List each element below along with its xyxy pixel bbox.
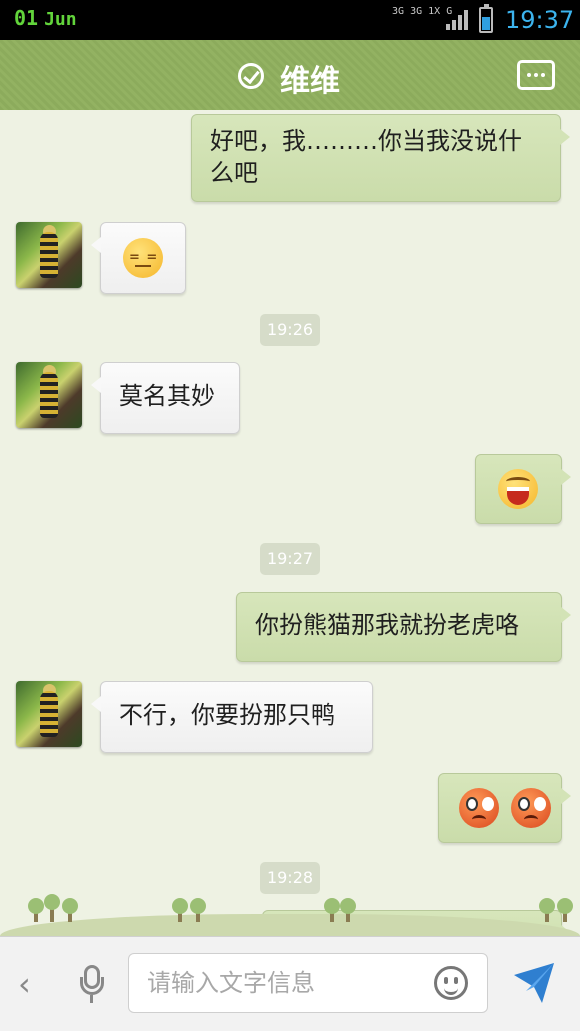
message-text-line-2: 么吧: [210, 159, 258, 187]
incoming-message[interactable]: 不行，你要扮那只鸭: [91, 681, 373, 753]
background-hills-decoration: [0, 892, 580, 936]
contact-avatar[interactable]: [16, 222, 82, 288]
message-text: 不行，你要扮那只鸭: [119, 701, 335, 729]
signal-icon: [446, 10, 468, 30]
contact-avatar[interactable]: [16, 362, 82, 428]
incoming-message[interactable]: [91, 222, 186, 294]
message-input-bar: ‹: [0, 936, 580, 1031]
outgoing-message[interactable]: [475, 454, 571, 524]
contact-name[interactable]: 维维: [280, 56, 340, 100]
outgoing-message[interactable]: [438, 773, 571, 843]
message-text: 莫名其妙: [119, 382, 215, 410]
incoming-message[interactable]: 莫名其妙: [91, 362, 240, 434]
status-date: 01 Jun: [14, 6, 77, 30]
timestamp: 19:26: [260, 314, 320, 346]
status-bar: 01 Jun 3G 3G 1X G 19:37: [0, 0, 580, 40]
network-label-3: 1X: [428, 6, 441, 17]
chat-area[interactable]: 好吧，我………你当我没说什 么吧 19:26 莫名其妙 19:27 你扮熊猫那我…: [0, 110, 580, 936]
microphone-icon[interactable]: [80, 965, 104, 1003]
angry-emoji: [459, 788, 499, 828]
network-indicators: 3G 3G 1X G: [392, 6, 452, 18]
smiley-icon[interactable]: [434, 966, 468, 1000]
timestamp: 19:28: [260, 862, 320, 894]
status-time: 19:37: [505, 6, 575, 34]
message-text-line-1: 好吧，我………你当我没说什: [210, 127, 522, 155]
message-input[interactable]: [147, 966, 417, 1000]
status-month: Jun: [44, 9, 77, 30]
battery-icon: [479, 4, 493, 33]
chevron-left-icon[interactable]: ‹: [18, 965, 31, 1003]
check-circle-icon: [238, 63, 264, 89]
outgoing-message[interactable]: 你扮熊猫那我就扮老虎咯: [236, 592, 571, 662]
laughing-emoji: [498, 469, 538, 509]
contact-avatar[interactable]: [16, 681, 82, 747]
message-input-field[interactable]: [128, 953, 488, 1013]
more-menu-icon[interactable]: [517, 60, 555, 90]
chat-header: 维维: [0, 40, 580, 116]
angry-emoji: [510, 788, 551, 828]
outgoing-message[interactable]: 好吧，我………你当我没说什 么吧: [191, 114, 570, 202]
status-day: 01: [14, 6, 39, 30]
network-label-1: 3G: [392, 6, 405, 17]
send-icon[interactable]: [512, 961, 556, 1005]
annoyed-emoji: [123, 238, 163, 278]
network-label-2: 3G: [410, 6, 423, 17]
message-text: 你扮熊猫那我就扮老虎咯: [255, 611, 519, 639]
timestamp: 19:27: [260, 543, 320, 575]
